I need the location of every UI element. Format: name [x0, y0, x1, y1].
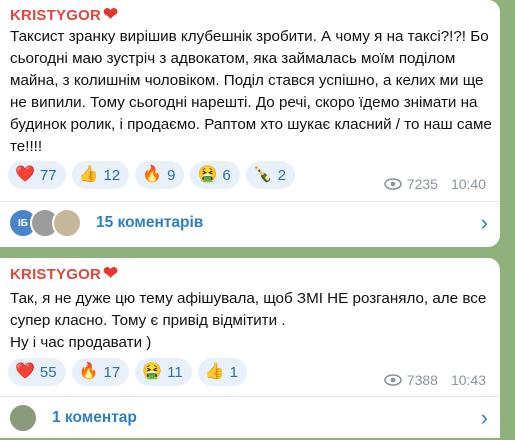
post-text: Так, я не дуже цю тему афішувала, щоб ЗМ…: [10, 290, 487, 351]
comments-link[interactable]: 1 коментар ›: [0, 396, 500, 440]
heart-icon: ❤️: [15, 363, 35, 380]
post-time: 10:40: [450, 176, 486, 192]
thumbs-up-icon: 👍: [204, 363, 225, 380]
post-text: Таксист зранку вирішив клубешнік зробити…: [10, 28, 492, 155]
view-count: 7235: [406, 176, 438, 192]
commenter-avatars: ІБ: [8, 208, 82, 238]
avatar: [8, 403, 38, 433]
reaction-nauseated[interactable]: 🤮 11: [135, 358, 192, 386]
reaction-count: 2: [277, 166, 287, 184]
reactions-bar: ❤️ 77 👍 12 🔥 9 🤮 6 🍾 2: [8, 161, 296, 189]
reaction-champagne[interactable]: 🍾 2: [245, 161, 296, 189]
channel-post: KRISTYGOR ❤ Таксист зранку вирішив клубеш…: [0, 0, 500, 247]
author-name[interactable]: KRISTYGOR: [10, 7, 101, 24]
reaction-thumbs-up[interactable]: 👍 12: [71, 161, 130, 189]
avatar: [52, 208, 82, 238]
post-time: 10:43: [450, 372, 486, 388]
reaction-count: 17: [103, 363, 121, 381]
author-name[interactable]: KRISTYGOR: [10, 266, 101, 283]
fire-icon: 🔥: [78, 363, 99, 380]
fire-icon: 🔥: [142, 166, 163, 183]
comments-count-label: 15 коментарів: [96, 214, 204, 231]
reaction-nauseated[interactable]: 🤮 6: [190, 161, 240, 189]
reaction-count: 9: [167, 166, 176, 184]
heart-icon: ❤️: [15, 166, 35, 183]
reaction-thumbs-up[interactable]: 👍 1: [197, 358, 247, 386]
reaction-count: 6: [222, 166, 231, 184]
thumbs-up-icon: 👍: [78, 166, 99, 183]
reaction-fire[interactable]: 🔥 9: [135, 161, 185, 189]
champagne-icon: 🍾: [252, 166, 273, 183]
post-author[interactable]: KRISTYGOR ❤: [10, 263, 118, 284]
channel-post: KRISTYGOR ❤ Так, я не дуже цю тему афішув…: [0, 258, 500, 438]
reaction-fire[interactable]: 🔥 17: [71, 358, 130, 386]
chevron-right-icon: ›: [480, 405, 488, 430]
nauseated-face-icon: 🤮: [197, 166, 218, 183]
comments-count-label: 1 коментар: [52, 409, 137, 426]
comments-link[interactable]: ІБ 15 коментарів ›: [0, 201, 500, 245]
post-meta: 7235 10:40: [383, 176, 486, 192]
nauseated-face-icon: 🤮: [142, 363, 163, 380]
reaction-count: 11: [167, 363, 183, 381]
chevron-right-icon: ›: [480, 210, 488, 235]
heart-icon: ❤: [102, 263, 119, 283]
view-count: 7388: [406, 372, 438, 388]
post-author[interactable]: KRISTYGOR ❤: [10, 4, 118, 25]
reaction-count: 77: [39, 166, 57, 184]
reaction-count: 55: [39, 363, 57, 381]
post-meta: 7388 10:43: [383, 372, 486, 388]
heart-icon: ❤: [102, 4, 119, 24]
reaction-count: 12: [103, 166, 121, 184]
reaction-count: 1: [229, 363, 238, 381]
eye-icon: [383, 178, 402, 190]
commenter-avatars: [8, 403, 38, 433]
reaction-heart[interactable]: ❤️ 77: [8, 161, 66, 189]
reactions-bar: ❤️ 55 🔥 17 🤮 11 👍 1: [8, 358, 247, 386]
reaction-heart[interactable]: ❤️ 55: [8, 358, 66, 386]
eye-icon: [383, 374, 402, 386]
